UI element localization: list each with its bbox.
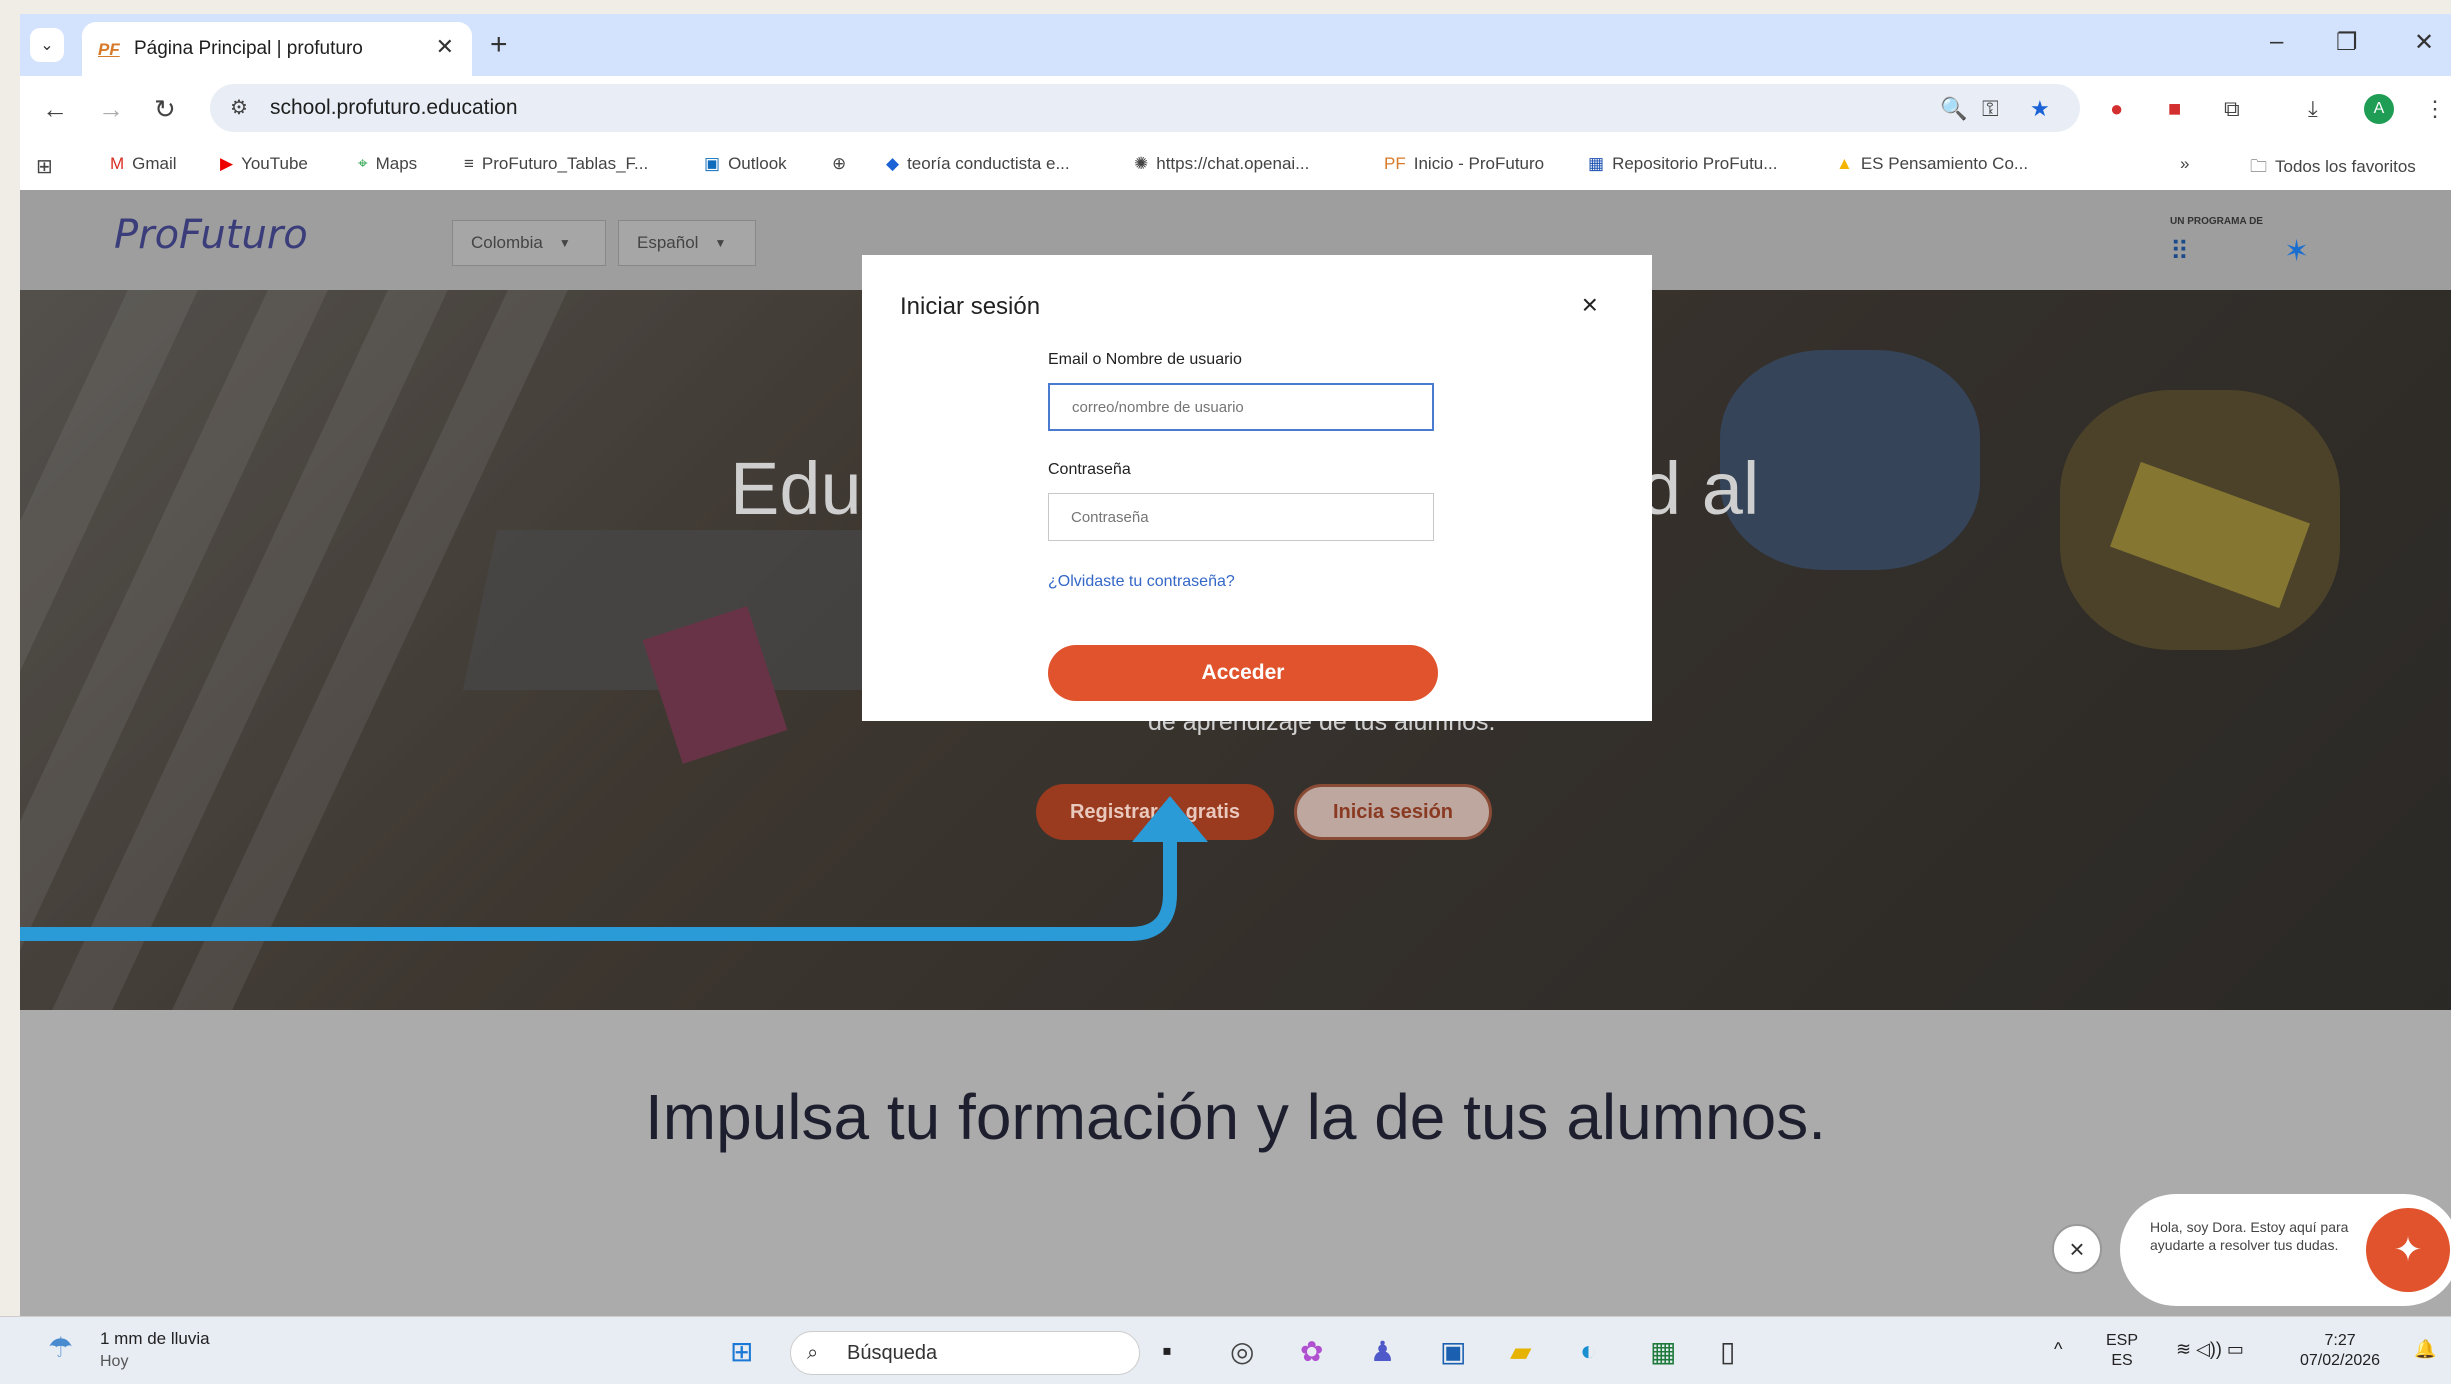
file-explorer-icon[interactable]: ▰: [1510, 1335, 1532, 1368]
close-icon[interactable]: ×: [1582, 289, 1598, 321]
new-tab-icon[interactable]: +: [490, 28, 508, 62]
lower-section: [20, 1010, 2451, 1330]
chevron-down-icon: ▼: [558, 236, 571, 250]
profuturo-logo[interactable]: ProFuturo: [114, 212, 308, 258]
taskbar: ☂ 1 mm de lluvia Hoy ⊞ ⌕ Búsqueda ▪ ◎ ✿ …: [0, 1316, 2451, 1384]
start-windows-icon[interactable]: ⊞: [730, 1335, 753, 1368]
tab-title: Página Principal | profuturo: [134, 38, 363, 59]
bookmark-repositorio[interactable]: ▦ Repositorio ProFutu...: [1588, 154, 1777, 174]
section-title: Impulsa tu formación y la de tus alumnos…: [645, 1081, 1826, 1153]
url-text[interactable]: school.profuturo.education: [270, 96, 518, 120]
annotation-arrow-icon: [20, 796, 1208, 941]
task-view-icon[interactable]: ▪: [1162, 1335, 1172, 1367]
password-field[interactable]: [1048, 493, 1434, 541]
email-field[interactable]: [1048, 383, 1434, 431]
copilot-icon[interactable]: ✿: [1300, 1335, 1323, 1368]
chat-close-icon[interactable]: ×: [2052, 1224, 2102, 1274]
login-button[interactable]: Inicia sesión: [1294, 784, 1492, 840]
restore-icon[interactable]: ❐: [2336, 28, 2358, 57]
clock[interactable]: 7:27 07/02/2026: [2300, 1331, 2380, 1371]
bookmark-teoria[interactable]: ◆ teoría conductista e...: [886, 154, 1070, 174]
chevron-down-icon: ▼: [714, 236, 727, 250]
program-label: UN PROGRAMA DE: [2170, 216, 2263, 227]
all-bookmarks-folder[interactable]: 🗀 Todos los favoritos: [2250, 154, 2416, 183]
tab-close-icon[interactable]: ✕: [436, 34, 454, 60]
chat-bot-icon[interactable]: ✦: [2366, 1208, 2450, 1292]
bookmark-inicio-profuturo[interactable]: PF Inicio - ProFuturo: [1384, 154, 1544, 174]
edge-icon[interactable]: ◐: [1580, 1335, 1597, 1367]
bookmark-outlook[interactable]: ▣ Outlook: [704, 154, 787, 174]
pdf-extension-icon[interactable]: ■: [2168, 96, 2181, 122]
bookmark-youtube[interactable]: ▶ YouTube: [220, 154, 308, 174]
tab-favicon-icon: PF: [98, 40, 120, 59]
camera-app-icon[interactable]: ◎: [1230, 1335, 1254, 1368]
browser-tab[interactable]: PF Página Principal | profuturo ✕: [82, 22, 472, 76]
back-icon[interactable]: ←: [42, 94, 68, 125]
bookmark-star-icon[interactable]: ★: [2030, 96, 2050, 122]
hero-title-right: d al: [1640, 447, 1760, 530]
address-bar-row: ← → ↻ ⚙ school.profuturo.education 🔍 ⚿ ★…: [20, 76, 2451, 142]
bookmarks-bar: ⊞ M Gmail ▶ YouTube ⌖ Maps ≡ ProFuturo_Tabla…: [20, 142, 2451, 191]
password-label: Contraseña: [1048, 461, 1131, 478]
chat-widget[interactable]: Hola, soy Dora. Estoy aquí para ayudarte…: [2120, 1194, 2451, 1306]
page-content: ProFuturo Colombia ▼ Español ▼ UN PROGRAMA…: [20, 190, 2451, 1330]
site-settings-icon[interactable]: ⚙: [230, 95, 248, 120]
extensions-puzzle-icon[interactable]: ⧉: [2224, 96, 2240, 122]
bookmark-maps[interactable]: ⌖ Maps: [358, 154, 417, 174]
notepad-icon[interactable]: ▯: [1720, 1335, 1735, 1368]
apps-grid-icon[interactable]: ⊞: [36, 154, 53, 179]
fundacion-lacaixa-logo: ✶: [2284, 235, 2310, 268]
taskbar-search-label: Búsqueda: [847, 1342, 938, 1364]
globe-icon[interactable]: ⊕: [832, 154, 846, 174]
tab-search-icon[interactable]: ⌄: [30, 28, 64, 62]
forward-icon[interactable]: →: [98, 94, 124, 125]
notification-bell-icon[interactable]: 🔔: [2414, 1339, 2436, 1359]
fundacion-telefonica-logo: ⠿: [2170, 236, 2190, 266]
modal-title: Iniciar sesión: [900, 293, 1041, 320]
hero-title-left: Edu: [730, 447, 862, 530]
more-bookmarks-icon[interactable]: »: [2180, 154, 2189, 174]
bookmark-gmail[interactable]: M Gmail: [110, 154, 177, 174]
minimize-icon[interactable]: –: [2270, 28, 2283, 56]
extension-icon[interactable]: ●: [2110, 96, 2123, 122]
submit-button[interactable]: Acceder: [1048, 645, 1438, 701]
bookmark-chatgpt[interactable]: ✺ https://chat.openai...: [1134, 154, 1309, 174]
chat-message: Hola, soy Dora. Estoy aquí para ayudarte…: [2150, 1219, 2349, 1253]
password-key-icon[interactable]: ⚿: [1982, 96, 1999, 122]
weather-text[interactable]: 1 mm de lluvia: [100, 1329, 210, 1349]
weather-rain-icon[interactable]: ☂: [48, 1331, 73, 1364]
browser-window: ⌄ PF Página Principal | profuturo ✕ + – …: [20, 14, 2451, 1383]
language-select[interactable]: Español ▼: [618, 220, 756, 266]
weather-subtext: Hoy: [100, 1353, 129, 1370]
close-window-icon[interactable]: ✕: [2414, 28, 2434, 57]
bookmark-pensamiento[interactable]: ▲ ES Pensamiento Co...: [1836, 154, 2028, 174]
search-icon: ⌕: [807, 1342, 819, 1364]
taskbar-search[interactable]: ⌕ Búsqueda: [790, 1331, 1140, 1375]
forgot-password-link[interactable]: ¿Olvidaste tu contraseña?: [1048, 573, 1235, 591]
bookmark-profuturo-tablas[interactable]: ≡ ProFuturo_Tablas_F...: [464, 154, 648, 174]
email-label: Email o Nombre de usuario: [1048, 351, 1242, 368]
teams-icon[interactable]: ♟: [1370, 1335, 1395, 1368]
reload-icon[interactable]: ↻: [154, 94, 176, 125]
zoom-icon[interactable]: 🔍: [1940, 96, 1967, 122]
tray-chevron-up-icon[interactable]: ^: [2054, 1339, 2062, 1359]
menu-kebab-icon[interactable]: ⋮: [2424, 96, 2446, 122]
country-select[interactable]: Colombia ▼: [452, 220, 606, 266]
omnibox[interactable]: ⚙ school.profuturo.education 🔍 ⚿ ★: [210, 84, 2080, 132]
login-modal: Iniciar sesión × Email o Nombre de usuar…: [862, 255, 1652, 721]
language-indicator[interactable]: ESP ES: [2106, 1331, 2138, 1371]
profile-avatar[interactable]: A: [2364, 94, 2394, 124]
tab-bar: ⌄ PF Página Principal | profuturo ✕ + – …: [20, 14, 2451, 76]
download-icon[interactable]: ⤓: [2308, 96, 2318, 122]
store-icon[interactable]: ▣: [1440, 1335, 1466, 1368]
network-volume-battery-icon[interactable]: ≋ ◁)) ▭: [2176, 1339, 2244, 1359]
excel-icon[interactable]: ▦: [1650, 1335, 1676, 1368]
